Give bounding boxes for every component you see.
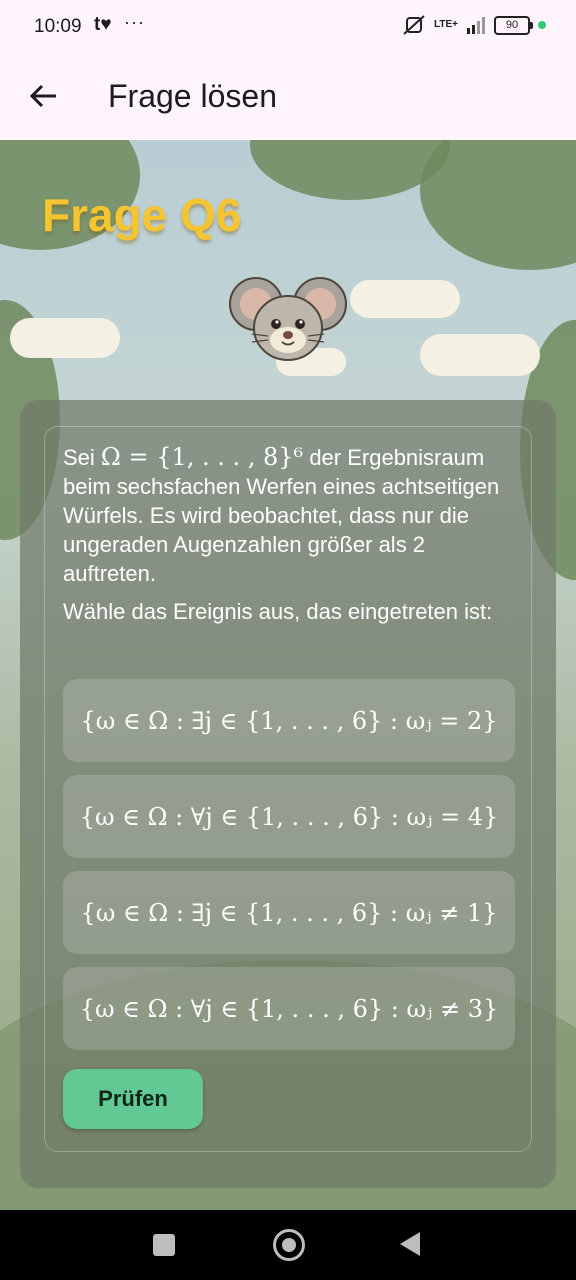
battery-icon: 90 [494, 15, 533, 35]
status-icons: LTE+ 90 [402, 14, 546, 36]
answer-option-1[interactable]: {ω ∈ Ω : ∃j ∈ {1, . . . , 6} : ωⱼ = 2} [63, 679, 515, 762]
cloud-decoration [350, 280, 460, 318]
page-title: Frage lösen [108, 78, 277, 114]
mouse-mascot-icon [229, 277, 347, 361]
nav-back-button[interactable] [400, 1232, 420, 1256]
status-bar: 10:09 t♥ ··· LTE+ 90 [0, 0, 576, 56]
question-formula: Ω = {1, . . . , 8}⁶ [100, 443, 304, 471]
signal-icon [467, 17, 485, 34]
arrow-back-icon [29, 84, 56, 108]
status-time: 10:09 [34, 16, 82, 37]
question-text: Sei Ω = {1, . . . , 8}⁶ der Ergebnisraum… [63, 443, 515, 588]
navigation-bar [0, 1210, 576, 1280]
answer-option-3[interactable]: {ω ∈ Ω : ∃j ∈ {1, . . . , 6} : ωⱼ ≠ 1} [63, 871, 515, 954]
question-prompt: Wähle das Ereignis aus, das eingetreten … [63, 599, 493, 624]
network-type: LTE+ [434, 19, 458, 30]
check-button[interactable]: Prüfen [63, 1069, 203, 1129]
answer-option-4[interactable]: {ω ∈ Ω : ∀j ∈ {1, . . . , 6} : ωⱼ ≠ 3} [63, 967, 515, 1050]
question-card: Sei Ω = {1, . . . , 8}⁶ der Ergebnisraum… [20, 400, 556, 1188]
question-heading: Frage Q6 [42, 189, 242, 241]
more-notifications-icon: ··· [124, 12, 145, 32]
home-button[interactable] [273, 1229, 305, 1261]
quiz-background: Frage Q6 Sei Ω = {1, . . . , 8}⁶ der Erg… [0, 140, 576, 1210]
question-panel: Sei Ω = {1, . . . , 8}⁶ der Ergebnisraum… [44, 426, 532, 1152]
app-bar: Frage lösen [0, 56, 576, 140]
cloud-decoration [10, 318, 120, 358]
question-prefix: Sei [63, 445, 95, 470]
back-button[interactable] [24, 76, 64, 116]
privacy-indicator [538, 21, 546, 29]
mute-icon [403, 15, 425, 35]
battery-level: 90 [505, 18, 519, 31]
notification-icon: t♥ [94, 14, 112, 35]
recent-apps-button[interactable] [153, 1234, 175, 1256]
foliage-decoration [420, 140, 576, 270]
cloud-decoration [420, 334, 540, 376]
answer-option-2[interactable]: {ω ∈ Ω : ∀j ∈ {1, . . . , 6} : ωⱼ = 4} [63, 775, 515, 858]
